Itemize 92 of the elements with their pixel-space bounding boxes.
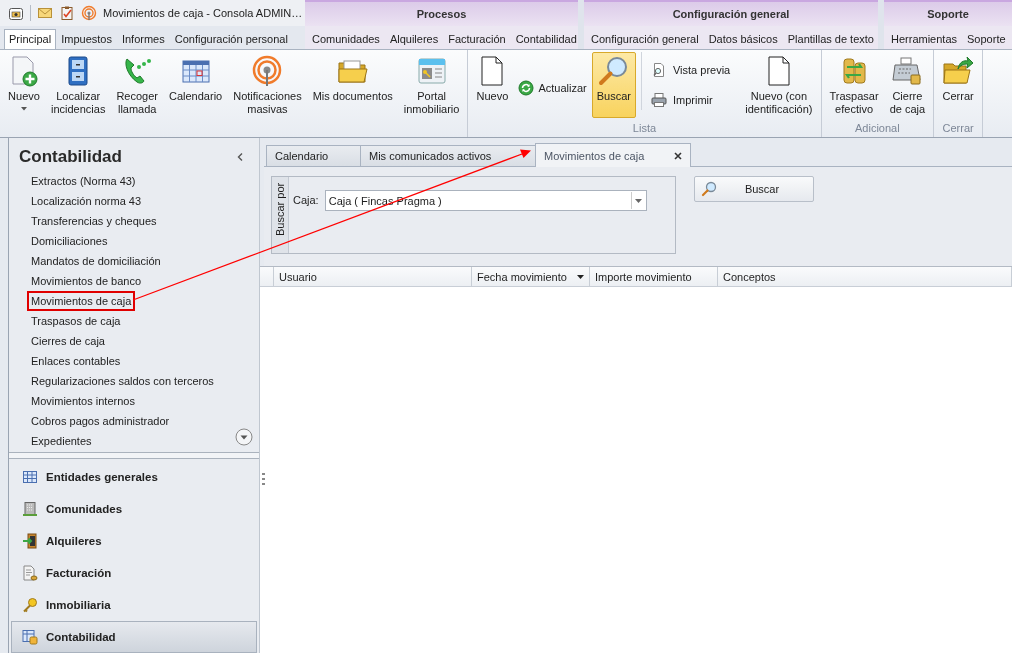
ribbon-tab[interactable]: Informes bbox=[116, 29, 170, 49]
sidebar-item[interactable]: Regularizaciones saldos con terceros bbox=[27, 371, 218, 391]
ribbon-tab[interactable]: Herramientas bbox=[886, 29, 963, 49]
ribbon-button[interactable]: Buscar bbox=[591, 52, 636, 118]
ribbon-tab[interactable]: Impuestos bbox=[56, 29, 117, 49]
navigation-section[interactable]: Entidades generales bbox=[11, 461, 257, 493]
ribbon-button[interactable]: Calendario bbox=[164, 52, 228, 118]
invoice-icon bbox=[22, 565, 38, 581]
app-icon[interactable] bbox=[8, 5, 24, 21]
ribbon-tab[interactable]: Configuración personal bbox=[169, 29, 293, 49]
navigation-section[interactable]: Inmobiliaria bbox=[11, 589, 257, 621]
group-label: Lista bbox=[631, 122, 658, 136]
ribbon-button[interactable]: Notificaciones masivas bbox=[228, 52, 307, 119]
ribbon-button[interactable]: Mis documentos bbox=[307, 52, 398, 118]
broadcast-icon bbox=[251, 55, 284, 87]
document-tab[interactable]: Movimientos de caja bbox=[535, 143, 691, 167]
sidebar-item[interactable]: Traspasos de caja bbox=[27, 311, 125, 331]
context-group-header: Configuración general bbox=[584, 0, 878, 26]
ribbon-tab[interactable]: Configuración general bbox=[586, 29, 704, 49]
field-label: Caja: bbox=[293, 193, 319, 208]
ribbon-tab[interactable]: Principal bbox=[4, 29, 57, 49]
ribbon-button[interactable]: Imprimir bbox=[647, 90, 734, 110]
clipboard-icon[interactable] bbox=[59, 5, 75, 21]
ribbon-button[interactable]: Localizar incidencias bbox=[46, 52, 111, 119]
table-icon bbox=[22, 469, 38, 485]
door-arrow-icon bbox=[22, 533, 38, 549]
ribbon-tab[interactable]: Soporte bbox=[962, 29, 1011, 49]
folder-arrow-icon bbox=[942, 55, 975, 87]
ribbon-tab[interactable]: Plantillas de texto bbox=[782, 29, 879, 49]
ribbon-button[interactable]: Cierre de caja bbox=[884, 52, 931, 119]
ribbon-button[interactable]: Nuevo bbox=[3, 52, 45, 118]
group-legend: Buscar por bbox=[272, 177, 289, 253]
sidebar-item[interactable]: Localización norma 43 bbox=[27, 191, 146, 211]
printer-icon bbox=[650, 92, 667, 108]
column-header[interactable]: Fecha movimiento bbox=[472, 267, 590, 286]
ribbon-button[interactable]: Nuevo bbox=[471, 52, 514, 118]
building-icon bbox=[22, 501, 38, 517]
group-label: Cerrar bbox=[941, 122, 975, 136]
context-group-header: Soporte bbox=[884, 0, 1012, 26]
ribbon-button[interactable]: Recoger llamada bbox=[111, 52, 163, 119]
refresh-icon bbox=[518, 80, 535, 96]
navigation-section[interactable]: Alquileres bbox=[11, 525, 257, 557]
sidebar-item[interactable]: Extractos (Norma 43) bbox=[27, 171, 140, 191]
sidebar-item[interactable]: Movimientos de caja bbox=[27, 291, 136, 311]
ribbon-tab[interactable]: Contabilidad bbox=[510, 29, 582, 49]
sidebar-item[interactable]: Movimientos de banco bbox=[27, 271, 146, 291]
ribbon-tab[interactable]: Alquileres bbox=[384, 29, 444, 49]
cash-box-dropdown[interactable]: Caja ( Fincas Pragma ) bbox=[324, 190, 647, 211]
ribbon-tab[interactable]: Facturación bbox=[443, 29, 511, 49]
navigation-section[interactable]: Facturación bbox=[11, 557, 257, 589]
column-header[interactable]: Conceptos bbox=[718, 267, 1012, 286]
cash-register-icon bbox=[891, 55, 924, 87]
sidebar-item[interactable]: Domiciliaciones bbox=[27, 231, 112, 251]
splitter-grip[interactable] bbox=[262, 473, 265, 488]
context-group-header: Procesos bbox=[305, 0, 578, 26]
navigation-section[interactable]: Comunidades bbox=[11, 493, 257, 525]
sidebar-item[interactable]: Movimientos internos bbox=[27, 391, 139, 411]
search-icon bbox=[597, 55, 630, 87]
column-header[interactable]: Importe movimiento bbox=[590, 267, 718, 286]
ledger-coins-icon bbox=[22, 629, 38, 645]
navigation-section[interactable]: Contabilidad bbox=[11, 621, 257, 653]
document-tab[interactable]: Mis comunicados activos bbox=[360, 145, 536, 166]
ribbon-tab[interactable]: Datos básicos bbox=[703, 29, 783, 49]
sidebar-item[interactable]: Transferencias y cheques bbox=[27, 211, 161, 231]
group-label: Adicional bbox=[854, 122, 901, 136]
ribbon-button[interactable]: Vista previa bbox=[647, 60, 734, 80]
window-title: Movimientos de caja - Consola ADMIN… bbox=[103, 7, 303, 19]
column-header[interactable]: Usuario bbox=[274, 267, 472, 286]
ribbon-button[interactable]: Traspasar efectivo bbox=[824, 52, 884, 119]
sidebar-item[interactable]: Cierres de caja bbox=[27, 331, 109, 351]
sidebar-item[interactable]: Enlaces contables bbox=[27, 351, 125, 371]
sidebar-item[interactable]: Mandatos de domiciliación bbox=[27, 251, 165, 271]
key-icon bbox=[22, 597, 38, 613]
sidebar-title: Contabilidad bbox=[19, 147, 122, 167]
sort-arrow-icon bbox=[577, 274, 584, 279]
dropdown-arrow-icon bbox=[635, 198, 643, 203]
broadcast-icon bbox=[81, 5, 97, 21]
ribbon-button[interactable]: Cerrar bbox=[937, 52, 980, 118]
close-icon[interactable] bbox=[674, 151, 682, 160]
sidebar-item[interactable]: Expedientes bbox=[27, 431, 96, 451]
search-button[interactable]: Buscar bbox=[694, 176, 814, 202]
ribbon-button[interactable]: Nuevo (con identificación) bbox=[740, 52, 818, 119]
ribbon-tab[interactable]: Comunidades bbox=[307, 29, 385, 49]
ribbon-button[interactable]: Portal inmobiliario bbox=[398, 52, 465, 119]
envelope-icon[interactable] bbox=[37, 5, 53, 21]
window-key-icon bbox=[415, 55, 448, 87]
scroll-down-icon[interactable] bbox=[235, 428, 253, 446]
sidebar-item[interactable]: Cobros pagos administrador bbox=[27, 411, 174, 431]
collapse-icon[interactable] bbox=[237, 153, 243, 161]
document-tab[interactable]: Calendario bbox=[266, 145, 361, 166]
search-icon bbox=[701, 181, 717, 197]
ribbon-button[interactable]: Actualizar bbox=[514, 77, 591, 99]
